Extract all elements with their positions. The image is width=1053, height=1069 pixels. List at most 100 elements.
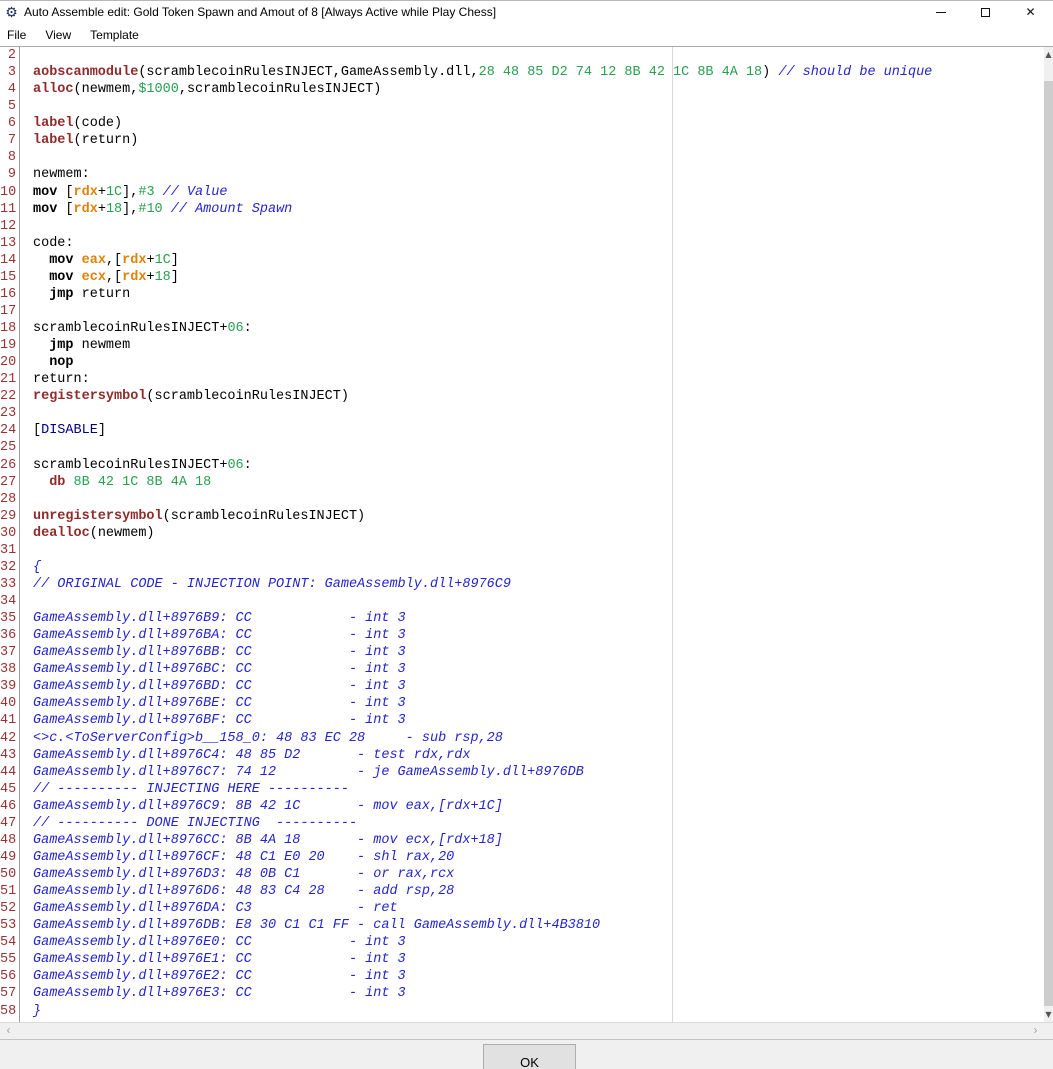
line-number: 33 <box>0 576 16 593</box>
code-line[interactable]: GameAssembly.dll+8976DA: C3 - ret <box>33 900 932 917</box>
code-line[interactable]: GameAssembly.dll+8976E3: CC - int 3 <box>33 985 932 1002</box>
line-number: 34 <box>0 593 16 610</box>
menu-file[interactable]: File <box>4 26 29 44</box>
code-line[interactable]: GameAssembly.dll+8976DB: E8 30 C1 C1 FF … <box>33 917 932 934</box>
code-line[interactable]: GameAssembly.dll+8976E0: CC - int 3 <box>33 934 932 951</box>
line-number: 56 <box>0 968 16 985</box>
code-line[interactable]: GameAssembly.dll+8976CC: 8B 4A 18 - mov … <box>33 832 932 849</box>
code-line[interactable]: label(return) <box>33 132 932 149</box>
code-line[interactable] <box>33 491 932 508</box>
line-number: 35 <box>0 610 16 627</box>
code-line[interactable]: mov [rdx+1C],#3 // Value <box>33 184 932 201</box>
ok-button[interactable]: OK <box>483 1044 576 1069</box>
code-line[interactable]: GameAssembly.dll+8976E2: CC - int 3 <box>33 968 932 985</box>
line-number: 41 <box>0 712 16 729</box>
title-bar: ⚙ Auto Assemble edit: Gold Token Spawn a… <box>0 1 1053 23</box>
code-line[interactable] <box>33 439 932 456</box>
code-line[interactable]: GameAssembly.dll+8976BB: CC - int 3 <box>33 644 932 661</box>
line-number: 31 <box>0 542 16 559</box>
line-number: 18 <box>0 320 16 337</box>
code-line[interactable]: mov ecx,[rdx+18] <box>33 269 932 286</box>
scroll-down-arrow[interactable]: ▼ <box>1044 1007 1053 1022</box>
code-line[interactable]: return: <box>33 371 932 388</box>
code-line[interactable]: GameAssembly.dll+8976CF: 48 C1 E0 20 - s… <box>33 849 932 866</box>
code-line[interactable]: label(code) <box>33 115 932 132</box>
line-number: 32 <box>0 559 16 576</box>
code-line[interactable]: <>c.<ToServerConfig>b__158_0: 48 83 EC 2… <box>33 730 932 747</box>
close-button[interactable]: ✕ <box>1008 1 1053 23</box>
code-line[interactable]: jmp return <box>33 286 932 303</box>
scroll-left-arrow[interactable]: ‹ <box>0 1023 17 1039</box>
code-line[interactable]: { <box>33 559 932 576</box>
code-line[interactable]: GameAssembly.dll+8976BE: CC - int 3 <box>33 695 932 712</box>
code-line[interactable]: GameAssembly.dll+8976BF: CC - int 3 <box>33 712 932 729</box>
menu-template[interactable]: Template <box>87 26 142 44</box>
code-line[interactable] <box>33 405 932 422</box>
code-line[interactable]: newmem: <box>33 166 932 183</box>
code-line[interactable]: GameAssembly.dll+8976BD: CC - int 3 <box>33 678 932 695</box>
line-number: 23 <box>0 405 16 422</box>
code-line[interactable]: scramblecoinRulesINJECT+06: <box>33 457 932 474</box>
line-number: 25 <box>0 439 16 456</box>
line-number: 11 <box>0 201 16 218</box>
code-line[interactable] <box>33 149 932 166</box>
code-line[interactable]: GameAssembly.dll+8976D6: 48 83 C4 28 - a… <box>33 883 932 900</box>
bottom-panel: OK <box>0 1039 1053 1069</box>
maximize-button[interactable] <box>963 1 1008 23</box>
scroll-up-arrow[interactable]: ▲ <box>1044 47 1053 62</box>
code-line[interactable]: db 8B 42 1C 8B 4A 18 <box>33 474 932 491</box>
code-line[interactable] <box>33 98 932 115</box>
line-number: 7 <box>0 132 16 149</box>
code-line[interactable]: GameAssembly.dll+8976C9: 8B 42 1C - mov … <box>33 798 932 815</box>
code-line[interactable]: GameAssembly.dll+8976BC: CC - int 3 <box>33 661 932 678</box>
line-number: 10 <box>0 184 16 201</box>
code-line[interactable]: aobscanmodule(scramblecoinRulesINJECT,Ga… <box>33 64 932 81</box>
line-number: 37 <box>0 644 16 661</box>
code-line[interactable]: jmp newmem <box>33 337 932 354</box>
code-line[interactable]: mov eax,[rdx+1C] <box>33 252 932 269</box>
code-line[interactable]: registersymbol(scramblecoinRulesINJECT) <box>33 388 932 405</box>
line-number: 2 <box>0 47 16 64</box>
code-line[interactable]: nop <box>33 354 932 371</box>
vertical-scrollbar[interactable]: ▲ ▼ <box>1044 47 1053 1022</box>
code-line[interactable]: dealloc(newmem) <box>33 525 932 542</box>
code-line[interactable] <box>33 303 932 320</box>
code-line[interactable]: GameAssembly.dll+8976E1: CC - int 3 <box>33 951 932 968</box>
code-line[interactable] <box>33 218 932 235</box>
horizontal-scrollbar[interactable]: ‹ › <box>0 1022 1053 1039</box>
code-line[interactable]: code: <box>33 235 932 252</box>
code-line[interactable]: [DISABLE] <box>33 422 932 439</box>
code-line[interactable]: // ---------- DONE INJECTING ---------- <box>33 815 932 832</box>
code-line[interactable]: // ---------- INJECTING HERE ---------- <box>33 781 932 798</box>
minimize-icon <box>936 12 946 13</box>
code-line[interactable]: GameAssembly.dll+8976C4: 48 85 D2 - test… <box>33 747 932 764</box>
line-number: 52 <box>0 900 16 917</box>
line-number: 30 <box>0 525 16 542</box>
code-line[interactable] <box>33 47 932 64</box>
code-line[interactable]: } <box>33 1003 932 1020</box>
code-line[interactable]: GameAssembly.dll+8976D3: 48 0B C1 - or r… <box>33 866 932 883</box>
scroll-right-arrow[interactable]: › <box>1027 1023 1044 1039</box>
code-area[interactable]: aobscanmodule(scramblecoinRulesINJECT,Ga… <box>33 47 932 1020</box>
script-editor[interactable]: 2345678910111213141516171819202122232425… <box>0 46 1053 1022</box>
code-line[interactable]: alloc(newmem,$1000,scramblecoinRulesINJE… <box>33 81 932 98</box>
minimize-button[interactable] <box>918 1 963 23</box>
line-number: 44 <box>0 764 16 781</box>
code-line[interactable]: unregistersymbol(scramblecoinRulesINJECT… <box>33 508 932 525</box>
menu-view[interactable]: View <box>42 26 74 44</box>
line-number: 19 <box>0 337 16 354</box>
code-line[interactable] <box>33 542 932 559</box>
line-number: 8 <box>0 149 16 166</box>
code-line[interactable]: GameAssembly.dll+8976BA: CC - int 3 <box>33 627 932 644</box>
code-line[interactable]: // ORIGINAL CODE - INJECTION POINT: Game… <box>33 576 932 593</box>
line-number: 53 <box>0 917 16 934</box>
code-line[interactable]: scramblecoinRulesINJECT+06: <box>33 320 932 337</box>
code-line[interactable]: mov [rdx+18],#10 // Amount Spawn <box>33 201 932 218</box>
code-line[interactable] <box>33 593 932 610</box>
vertical-scrollbar-thumb[interactable] <box>1044 81 1053 1006</box>
line-number: 17 <box>0 303 16 320</box>
line-number: 9 <box>0 166 16 183</box>
code-line[interactable]: GameAssembly.dll+8976B9: CC - int 3 <box>33 610 932 627</box>
line-number: 12 <box>0 218 16 235</box>
code-line[interactable]: GameAssembly.dll+8976C7: 74 12 - je Game… <box>33 764 932 781</box>
